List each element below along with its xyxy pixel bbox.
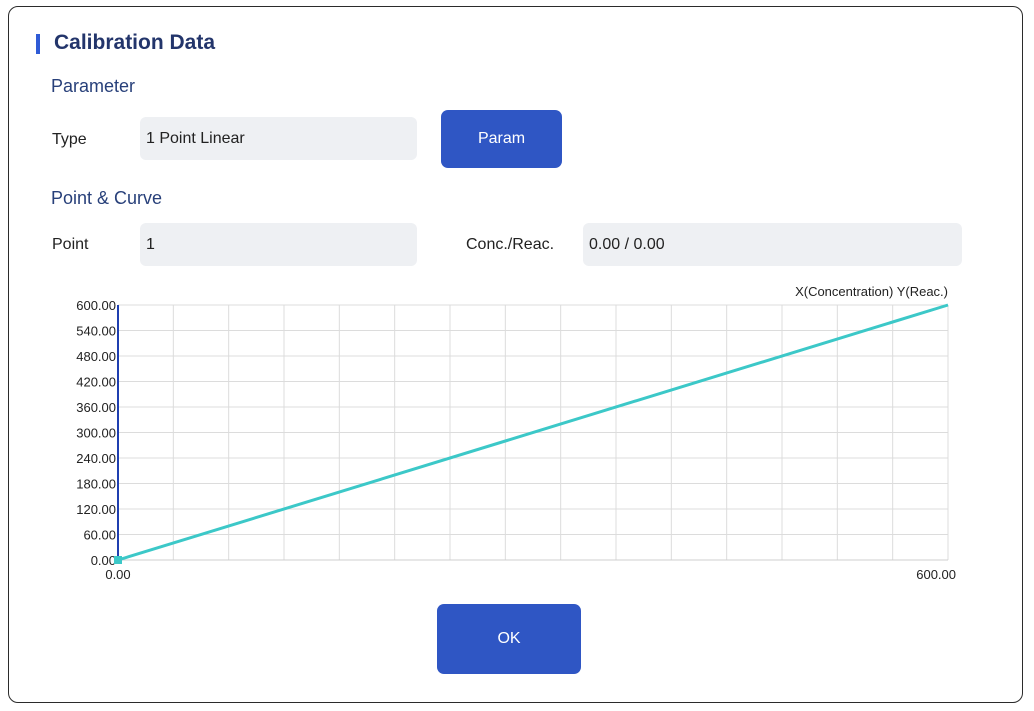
- x-tick-label: 0.00: [105, 567, 130, 582]
- ok-button[interactable]: OK: [437, 604, 581, 674]
- y-tick-label: 420.00: [76, 375, 116, 390]
- x-tick-label: 600.00: [916, 567, 956, 582]
- y-tick-labels: 0.00 60.00 120.00 180.00 240.00 300.00 360.00 4…: [76, 298, 116, 568]
- y-tick-label: 540.00: [76, 324, 116, 339]
- y-tick-label: 480.00: [76, 349, 116, 364]
- x-tick-labels: 0.00 600.00: [105, 567, 956, 582]
- y-tick-label: 300.00: [76, 426, 116, 441]
- y-tick-label: 240.00: [76, 451, 116, 466]
- y-tick-label: 180.00: [76, 477, 116, 492]
- y-tick-label: 120.00: [76, 502, 116, 517]
- y-tick-label: 60.00: [83, 528, 116, 543]
- chart-series: [114, 303, 949, 564]
- y-tick-label: 0.00: [91, 553, 116, 568]
- calibration-point-marker: [114, 556, 122, 564]
- y-tick-label: 360.00: [76, 400, 116, 415]
- y-tick-label: 600.00: [76, 298, 116, 313]
- chart-legend: X(Concentration) Y(Reac.): [795, 284, 948, 299]
